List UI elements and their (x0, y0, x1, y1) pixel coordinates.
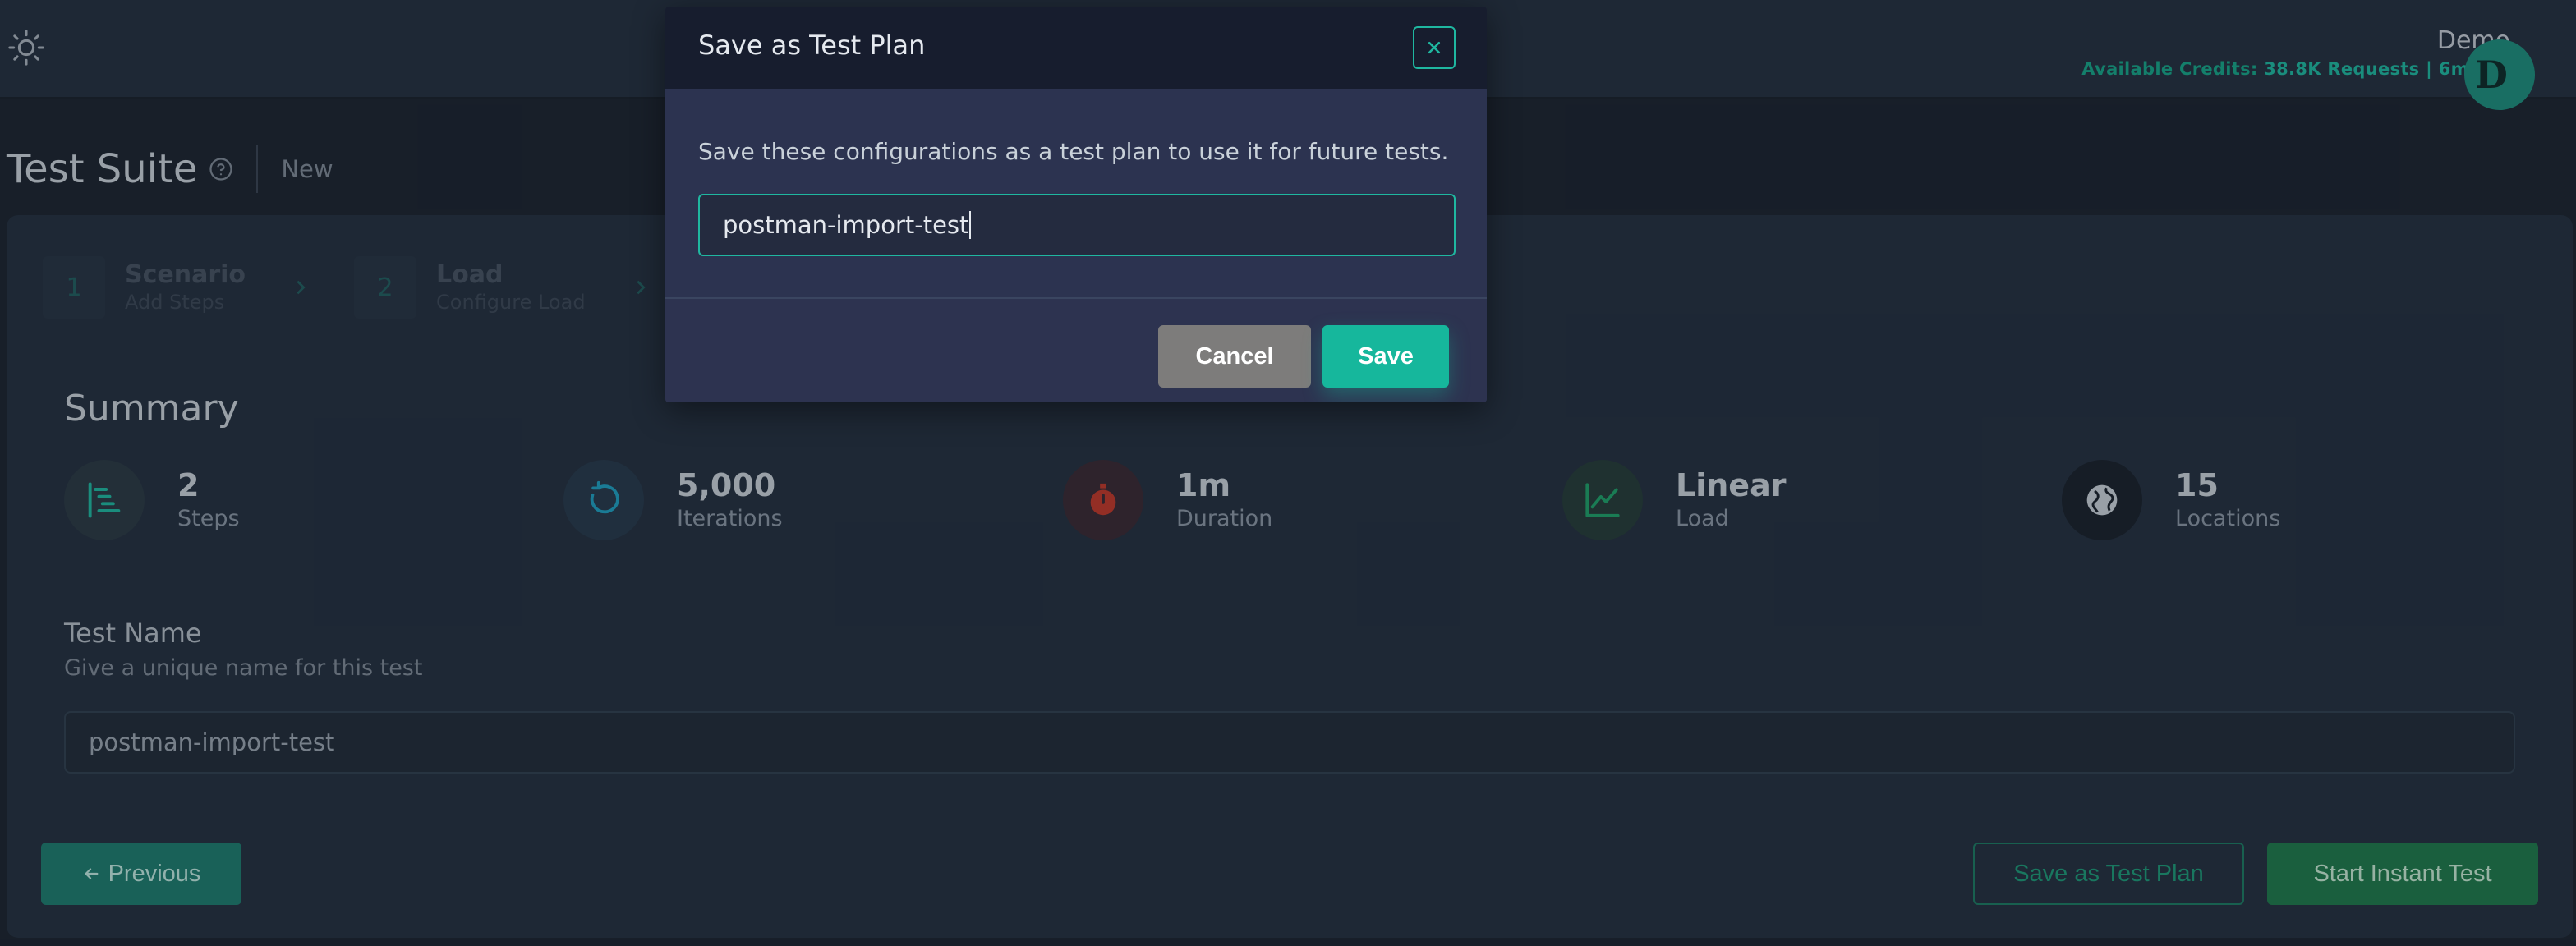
modal-description: Save these configurations as a test plan… (698, 138, 1449, 165)
modal-title: Save as Test Plan (698, 30, 926, 61)
modal-header: Save as Test Plan (665, 7, 1487, 89)
cancel-button[interactable]: Cancel (1158, 325, 1311, 388)
test-plan-name-value: postman-import-test (723, 211, 969, 239)
close-icon (1428, 41, 1441, 54)
modal-close-button[interactable] (1413, 26, 1456, 69)
test-plan-name-input[interactable]: postman-import-test (698, 194, 1456, 256)
modal-footer: Cancel Save (665, 299, 1487, 402)
modal-body: Save these configurations as a test plan… (665, 89, 1487, 297)
text-caret (969, 211, 972, 239)
save-button[interactable]: Save (1322, 325, 1449, 388)
save-test-plan-modal: Save as Test Plan Save these configurati… (665, 7, 1487, 402)
